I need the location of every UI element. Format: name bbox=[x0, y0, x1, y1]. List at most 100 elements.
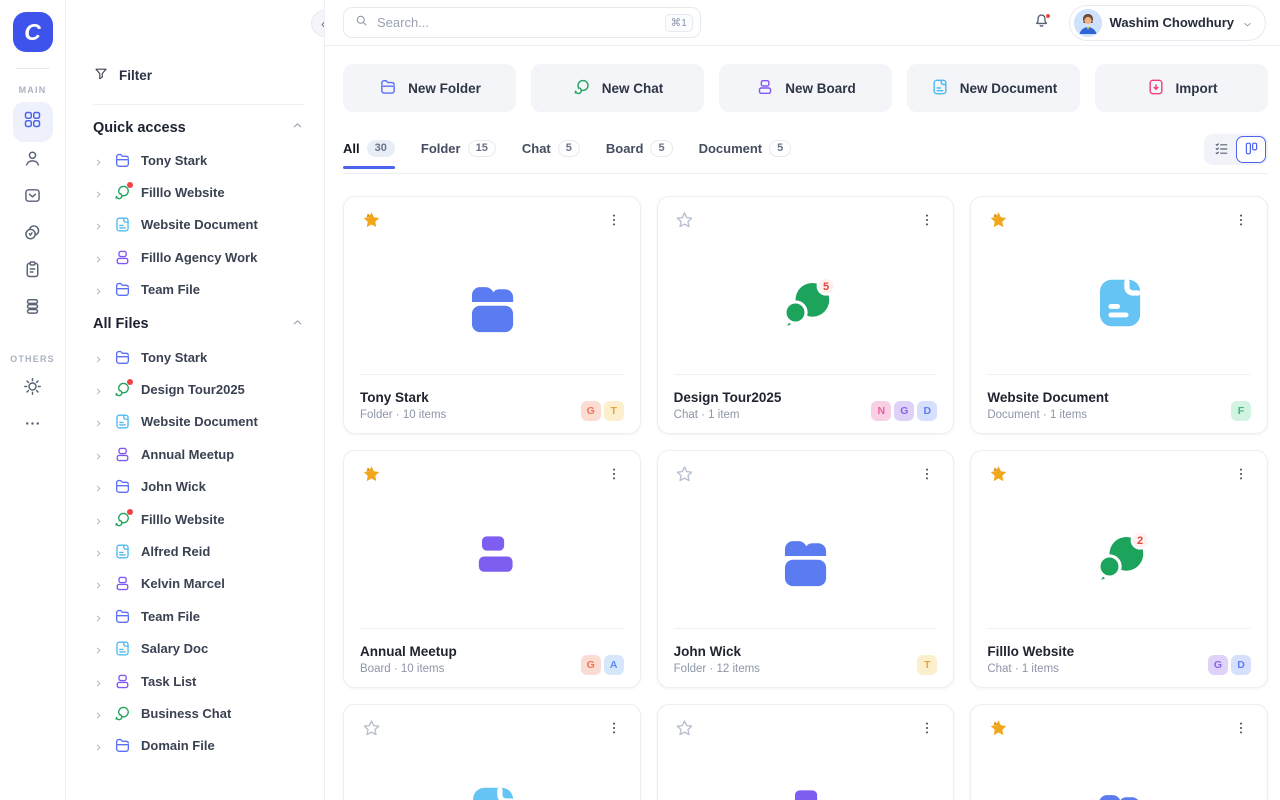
sidebar-section-header[interactable]: Quick access bbox=[93, 119, 304, 136]
file-card[interactable]: Annual MeetupBoard · 10 itemsGA bbox=[343, 450, 641, 688]
kebab-menu-icon[interactable] bbox=[604, 210, 624, 232]
star-outline-icon[interactable] bbox=[360, 718, 382, 740]
chevron-right-icon bbox=[93, 219, 104, 230]
board-icon bbox=[674, 740, 938, 800]
list-view-button[interactable] bbox=[1206, 136, 1236, 163]
rail-item-copies[interactable] bbox=[13, 217, 53, 253]
new-chat-button[interactable]: New Chat bbox=[531, 64, 704, 112]
sidebar-section-title: Quick access bbox=[93, 120, 186, 136]
sidebar-item-annual-meetup[interactable]: Annual Meetup bbox=[93, 438, 304, 470]
svg-text:2: 2 bbox=[1137, 535, 1143, 547]
folder-icon bbox=[674, 486, 938, 628]
folder-icon bbox=[113, 477, 132, 496]
kebab-menu-icon[interactable] bbox=[917, 464, 937, 486]
sidebar-item-salary-doc[interactable]: Salary Doc bbox=[93, 632, 304, 664]
kebab-menu-icon[interactable] bbox=[604, 718, 624, 740]
rail-item-ellipsis[interactable] bbox=[13, 408, 53, 444]
sidebar-item-domain-file[interactable]: Domain File bbox=[93, 730, 304, 762]
sidebar-item-filllo-website[interactable]: Filllo Website bbox=[93, 176, 304, 208]
file-card[interactable]: John WickFolder · 12 itemsT bbox=[657, 450, 955, 688]
kebab-menu-icon[interactable] bbox=[917, 718, 937, 740]
sidebar-item-website-document[interactable]: Website Document bbox=[93, 406, 304, 438]
tag-badge: F bbox=[1231, 401, 1251, 421]
sidebar-item-website-document[interactable]: Website Document bbox=[93, 209, 304, 241]
tab-board[interactable]: Board5 bbox=[606, 140, 673, 168]
sidebar-item-team-file[interactable]: Team File bbox=[93, 600, 304, 632]
board-icon bbox=[113, 574, 132, 593]
kebab-menu-icon[interactable] bbox=[917, 210, 937, 232]
tab-folder[interactable]: Folder15 bbox=[421, 140, 496, 168]
rail-item-clipboard[interactable] bbox=[13, 254, 53, 290]
star-filled-icon[interactable] bbox=[987, 464, 1009, 486]
app-logo[interactable]: C bbox=[13, 12, 53, 52]
card-meta: Folder · 12 items bbox=[674, 663, 760, 675]
tab-document[interactable]: Document5 bbox=[699, 140, 792, 168]
doc-icon bbox=[113, 412, 132, 431]
sidebar-section-header[interactable]: All Files bbox=[93, 316, 304, 333]
new-board-button[interactable]: New Board bbox=[719, 64, 892, 112]
sidebar-item-filllo-website[interactable]: Filllo Website bbox=[93, 503, 304, 535]
user-menu[interactable]: Washim Chowdhury bbox=[1069, 5, 1266, 41]
tabs-row: All30 Folder15 Chat5 Board5 Document5 bbox=[343, 134, 1268, 174]
sidebar-item-kelvin-marcel[interactable]: Kelvin Marcel bbox=[93, 568, 304, 600]
sidebar-item-alfred-reid[interactable]: Alfred Reid bbox=[93, 535, 304, 567]
card-header bbox=[360, 718, 624, 740]
star-filled-icon[interactable] bbox=[360, 464, 382, 486]
chevron-right-icon bbox=[93, 352, 104, 363]
tab-chat[interactable]: Chat5 bbox=[522, 140, 580, 168]
user-name: Washim Chowdhury bbox=[1110, 15, 1234, 30]
rail-item-stack[interactable] bbox=[13, 291, 53, 327]
file-card[interactable]: Tony StarkFolder · 10 itemsGT bbox=[343, 196, 641, 434]
unread-dot bbox=[127, 182, 133, 188]
card-meta: Folder · 10 items bbox=[360, 409, 446, 421]
sidebar-item-tony-stark[interactable]: Tony Stark bbox=[93, 144, 304, 176]
grid-view-button[interactable] bbox=[1236, 136, 1266, 163]
tab-label: Document bbox=[699, 141, 763, 156]
chevron-right-icon bbox=[93, 416, 104, 427]
kebab-menu-icon[interactable] bbox=[1231, 210, 1251, 232]
rail-item-gear[interactable] bbox=[13, 371, 53, 407]
chat-icon: 2 bbox=[987, 486, 1251, 628]
new-folder-button[interactable]: New Folder bbox=[343, 64, 516, 112]
rail-item-user[interactable] bbox=[13, 143, 53, 179]
card-footer: Annual MeetupBoard · 10 itemsGA bbox=[360, 629, 624, 675]
sidebar-item-label: John Wick bbox=[141, 479, 206, 494]
file-card[interactable] bbox=[970, 704, 1268, 800]
topbar: ⌘1 Washim Chowdhury bbox=[325, 0, 1280, 46]
star-outline-icon[interactable] bbox=[674, 464, 696, 486]
file-card[interactable]: 5Design Tour2025Chat · 1 itemNGD bbox=[657, 196, 955, 434]
card-footer: Filllo WebsiteChat · 1 itemsGD bbox=[987, 629, 1251, 675]
sidebar-item-tony-stark[interactable]: Tony Stark bbox=[93, 341, 304, 373]
search-box[interactable]: ⌘1 bbox=[343, 7, 701, 38]
import-button[interactable]: Import bbox=[1095, 64, 1268, 112]
file-card[interactable]: 2 Filllo WebsiteChat · 1 itemsGD bbox=[970, 450, 1268, 688]
star-filled-icon[interactable] bbox=[360, 210, 382, 232]
star-filled-icon[interactable] bbox=[987, 718, 1009, 740]
tag-badge: G bbox=[581, 401, 601, 421]
rail-item-grid[interactable] bbox=[13, 102, 53, 142]
search-input[interactable] bbox=[377, 15, 657, 30]
sidebar-item-filllo-agency-work[interactable]: Filllo Agency Work bbox=[93, 241, 304, 273]
star-outline-icon[interactable] bbox=[674, 718, 696, 740]
file-card[interactable] bbox=[343, 704, 641, 800]
kebab-menu-icon[interactable] bbox=[1231, 464, 1251, 486]
tab-all[interactable]: All30 bbox=[343, 140, 395, 168]
sidebar-item-team-file[interactable]: Team File bbox=[93, 274, 304, 306]
chevron-right-icon bbox=[93, 187, 104, 198]
sidebar-item-john-wick[interactable]: John Wick bbox=[93, 471, 304, 503]
new-document-button[interactable]: New Document bbox=[907, 64, 1080, 112]
file-card[interactable] bbox=[657, 704, 955, 800]
sidebar-item-task-list[interactable]: Task List bbox=[93, 665, 304, 697]
star-filled-icon[interactable] bbox=[987, 210, 1009, 232]
filter-button[interactable]: Filter bbox=[93, 66, 304, 85]
sidebar-item-design-tour2025[interactable]: Design Tour2025 bbox=[93, 373, 304, 405]
sidebar-collapse-button[interactable]: « bbox=[311, 10, 325, 37]
file-card[interactable]: Website DocumentDocument · 1 itemsF bbox=[970, 196, 1268, 434]
sidebar-item-business-chat[interactable]: Business Chat bbox=[93, 697, 304, 729]
kebab-menu-icon[interactable] bbox=[1231, 718, 1251, 740]
action-label: New Chat bbox=[602, 81, 664, 96]
kebab-menu-icon[interactable] bbox=[604, 464, 624, 486]
rail-item-inbox[interactable] bbox=[13, 180, 53, 216]
star-outline-icon[interactable] bbox=[674, 210, 696, 232]
notifications-button[interactable] bbox=[1027, 8, 1057, 38]
